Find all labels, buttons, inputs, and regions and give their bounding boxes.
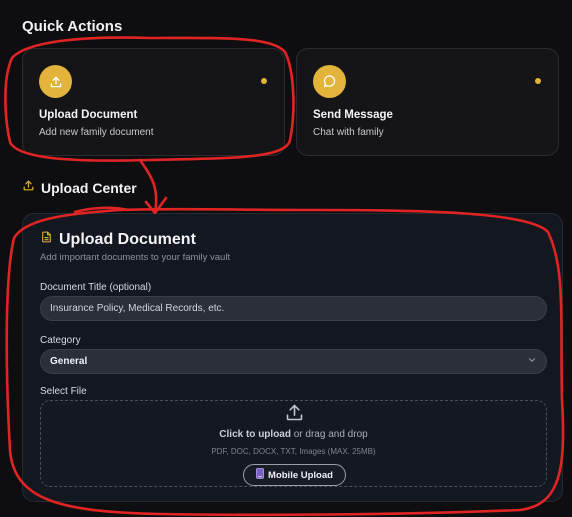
panel-subtitle: Add important documents to your family v… [40, 252, 231, 263]
annotation-tail [73, 206, 130, 214]
card-title: Send Message [313, 109, 393, 121]
mobile-upload-label: Mobile Upload [268, 469, 333, 481]
card-subtitle: Add new family document [39, 127, 154, 138]
upload-icon [284, 402, 305, 428]
upload-document-panel: Upload Document Add important documents … [22, 213, 563, 502]
category-value: General [50, 356, 88, 367]
annotation-arrow [138, 158, 158, 214]
status-dot [261, 78, 267, 84]
chevron-down-icon [527, 355, 537, 368]
upload-center-title: Upload Center [41, 180, 137, 196]
document-title-input[interactable] [40, 296, 547, 321]
phone-icon [256, 468, 264, 482]
annotation-arrowhead [144, 196, 168, 215]
panel-heading: Upload Document [40, 230, 196, 249]
file-dropzone[interactable]: Click to upload or drag and drop PDF, DO… [40, 400, 547, 487]
message-bubble-icon [313, 65, 346, 98]
category-label: Category [40, 335, 81, 346]
dropzone-instructions: Click to upload or drag and drop [41, 429, 546, 440]
page: Quick Actions Upload Document Add new fa… [0, 0, 572, 517]
panel-title: Upload Document [59, 230, 196, 248]
document-icon [40, 230, 53, 249]
drag-drop-text: or drag and drop [290, 429, 368, 440]
upload-document-card[interactable]: Upload Document Add new family document [22, 48, 285, 156]
quick-actions-heading: Quick Actions [22, 18, 123, 35]
upload-icon [39, 65, 72, 98]
upload-icon [22, 179, 35, 197]
category-select[interactable]: General [40, 349, 547, 374]
document-title-label: Document Title (optional) [40, 282, 152, 293]
mobile-upload-button[interactable]: Mobile Upload [243, 464, 346, 486]
card-title: Upload Document [39, 109, 138, 121]
select-file-label: Select File [40, 386, 87, 397]
upload-center-heading: Upload Center [22, 179, 137, 197]
status-dot [535, 78, 541, 84]
card-subtitle: Chat with family [313, 127, 384, 138]
file-format-hint: PDF, DOC, DOCX, TXT, Images (MAX. 25MB) [211, 447, 376, 456]
click-to-upload-link[interactable]: Click to upload [219, 429, 291, 440]
send-message-card[interactable]: Send Message Chat with family [296, 48, 559, 156]
